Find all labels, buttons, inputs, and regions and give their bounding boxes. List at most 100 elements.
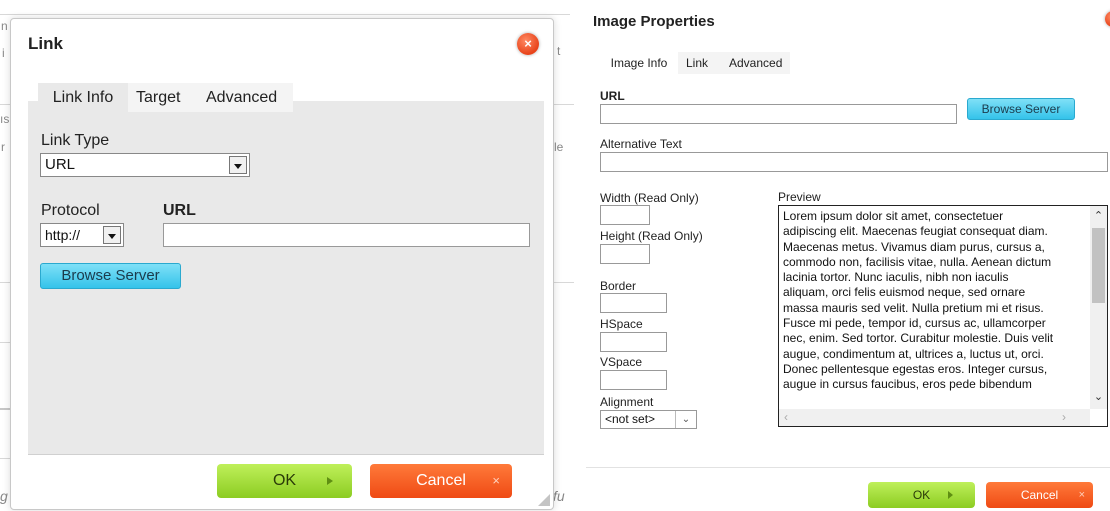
browse-server-label: Browse Server — [61, 267, 160, 284]
hspace-label: HSpace — [600, 317, 643, 331]
browse-server-label: Browse Server — [981, 102, 1061, 116]
chevron-up-icon: ⌃ — [1093, 210, 1104, 222]
preview-line: Donec pellentesque egestas eros. Integer… — [783, 361, 1048, 376]
background-text: t — [557, 44, 561, 58]
background-divider — [552, 104, 574, 105]
background-divider — [552, 282, 574, 283]
arrow-right-icon — [327, 477, 333, 485]
tab-advanced[interactable]: Advanced — [729, 52, 782, 74]
protocol-value: http:// — [45, 227, 81, 243]
preview-line: massa mauris sed velit. Nulla pretium mi… — [783, 300, 1044, 315]
preview-line: lacinia tortor. Nunc iaculis, nibh non i… — [783, 270, 1009, 285]
alignment-label: Alignment — [600, 395, 654, 409]
chevron-down-icon: ⌄ — [675, 411, 696, 428]
tab-target[interactable]: Target — [136, 83, 180, 112]
vspace-label: VSpace — [600, 355, 643, 369]
height-label: Height (Read Only) — [600, 229, 703, 243]
cancel-label: Cancel — [416, 472, 466, 489]
arrow-right-icon — [948, 491, 953, 499]
alignment-value: <not set> — [605, 412, 656, 426]
background-text: r — [1, 140, 5, 154]
chevron-left-icon: ‹ — [784, 410, 788, 424]
cancel-button[interactable]: Cancel × — [986, 482, 1093, 508]
tab-link[interactable]: Link — [686, 52, 708, 74]
preview-line: commodo non, facilisis vitae, nulla. Aen… — [783, 254, 1052, 269]
link-type-select[interactable]: URL — [40, 153, 250, 177]
ok-button[interactable]: OK — [868, 482, 975, 508]
background-text: ıs — [0, 112, 10, 126]
tab-link-info[interactable]: Link Info — [38, 83, 128, 112]
preview-text: Lorem ipsum dolor sit amet, consectetuer… — [783, 209, 1083, 393]
cancel-label: Cancel — [1020, 488, 1059, 502]
background-divider — [0, 14, 570, 15]
horizontal-scrollbar[interactable]: ‹ › — [779, 409, 1090, 426]
preview-label: Preview — [778, 190, 821, 204]
preview-line: nec, enim. Sed tortor. Curabitur molesti… — [783, 331, 1054, 346]
background-divider — [0, 282, 10, 283]
border-label: Border — [600, 279, 637, 293]
width-label: Width (Read Only) — [600, 191, 699, 205]
footer-divider — [586, 467, 1110, 468]
footer-divider — [28, 454, 544, 455]
preview-line: augue in cursus faucibus, eros pede bibe… — [783, 377, 1032, 392]
alignment-select[interactable]: <not set> ⌄ — [600, 410, 697, 429]
vspace-input[interactable] — [600, 370, 667, 390]
scrollbar-thumb[interactable] — [1092, 228, 1105, 303]
image-properties-dialog: Image Properties × Image Info Link Advan… — [586, 0, 1110, 511]
alternative-text-label: Alternative Text — [600, 137, 682, 151]
ok-button[interactable]: OK — [217, 464, 352, 498]
url-label: URL — [163, 202, 196, 219]
preview-line: augue, condimentum at, ultrices a, luctu… — [783, 346, 1044, 361]
vertical-scrollbar[interactable]: ⌃ ⌄ — [1090, 206, 1107, 409]
link-type-label: Link Type — [41, 132, 110, 149]
preview-line: Lorem ipsum dolor sit amet, consectetuer — [783, 209, 1004, 223]
dialog-title: Image Properties — [593, 13, 715, 30]
background-text: i — [2, 46, 5, 60]
close-button[interactable]: × — [1105, 11, 1110, 27]
width-input[interactable] — [600, 205, 650, 225]
preview-line: Maecenas metus. Vivamus diam purus, curs… — [783, 239, 1045, 254]
background-divider — [0, 104, 10, 105]
background-text: n — [1, 19, 8, 33]
background-divider — [0, 458, 10, 459]
close-button[interactable]: × — [517, 33, 539, 55]
resize-grip-icon[interactable] — [538, 494, 550, 506]
height-input[interactable] — [600, 244, 650, 264]
cancel-button[interactable]: Cancel × — [370, 464, 512, 498]
close-icon: × — [492, 473, 500, 488]
url-label: URL — [600, 89, 625, 103]
background-text: g — [0, 488, 8, 504]
preview-line: aliquam, orci felis euismod neque, sed o… — [783, 285, 1026, 300]
tab-image-info[interactable]: Image Info — [600, 52, 678, 74]
hspace-input[interactable] — [600, 332, 667, 352]
background-text: le — [554, 140, 564, 154]
browse-server-button[interactable]: Browse Server — [40, 263, 181, 289]
chevron-down-icon: ⌄ — [1093, 391, 1104, 403]
preview-line: adipiscing elit. Maecenas feugiat conseq… — [783, 224, 1048, 239]
tab-advanced[interactable]: Advanced — [206, 83, 277, 112]
url-input[interactable] — [600, 104, 957, 124]
close-icon: × — [1078, 489, 1085, 501]
chevron-down-icon — [229, 156, 247, 174]
link-dialog: Link × Link Info Target Advanced Link Ty… — [10, 18, 554, 510]
dialog-title: Link — [28, 34, 63, 53]
url-input[interactable] — [163, 223, 530, 247]
tab-bar: Link Info Target Advanced — [38, 83, 293, 112]
alternative-text-input[interactable] — [600, 152, 1108, 172]
tab-bar: Image Info Link Advanced — [600, 52, 790, 74]
background-divider — [0, 342, 10, 343]
ok-label: OK — [912, 488, 931, 502]
chevron-down-icon — [103, 226, 121, 244]
preview-box[interactable]: Lorem ipsum dolor sit amet, consectetuer… — [778, 205, 1108, 427]
preview-line: Fusce mi pede, tempor id, cursus ac, ull… — [783, 316, 1046, 331]
browse-server-button[interactable]: Browse Server — [967, 98, 1075, 120]
protocol-select[interactable]: http:// — [40, 223, 124, 247]
background-text: fu — [553, 488, 565, 504]
link-type-value: URL — [45, 156, 76, 173]
background-divider — [0, 408, 10, 410]
protocol-label: Protocol — [41, 202, 100, 219]
chevron-right-icon: › — [1062, 410, 1066, 424]
ok-label: OK — [272, 472, 297, 489]
close-icon: × — [524, 36, 532, 51]
border-input[interactable] — [600, 293, 667, 313]
